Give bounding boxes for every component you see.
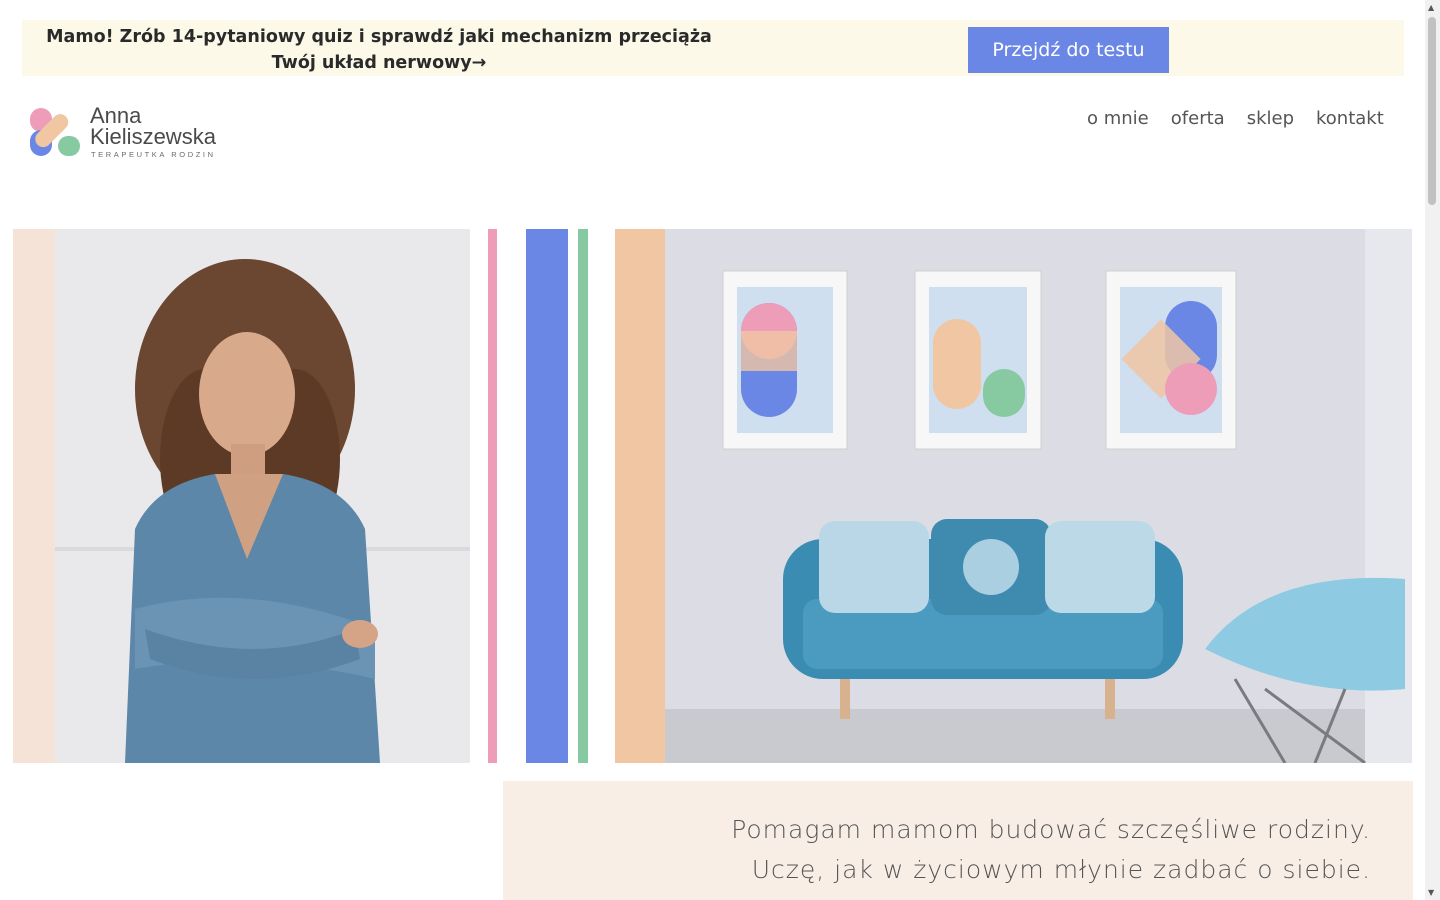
nav-item-o-mnie[interactable]: o mnie — [1076, 106, 1160, 132]
decor-bar-green — [578, 229, 588, 763]
page-scrollbar[interactable]: ▲ ▼ — [1425, 0, 1440, 900]
take-test-button[interactable]: Przejdź do testu — [968, 27, 1169, 73]
decor-bar-peach — [615, 229, 665, 763]
promo-banner: Mamo! Zrób 14-pytaniowy quiz i sprawdź j… — [22, 20, 1404, 76]
main-nav: o mnie oferta sklep kontakt — [1076, 106, 1395, 132]
nav-item-oferta[interactable]: oferta — [1160, 106, 1236, 132]
nav-item-kontakt[interactable]: kontakt — [1305, 106, 1395, 132]
hero-tagline: Pomagam mamom budować szczęśliwe rodziny… — [503, 781, 1413, 900]
decor-bar-pink — [488, 229, 497, 763]
tagline-line-1: Pomagam mamom budować szczęśliwe rodziny… — [731, 815, 1371, 844]
decor-bar-blue — [526, 229, 568, 763]
nav-item-sklep[interactable]: sklep — [1236, 106, 1305, 132]
logo-mark-icon — [30, 108, 80, 156]
site-logo[interactable]: Anna Kieliszewska TERAPEUTKA RODZIN — [28, 104, 228, 164]
scroll-up-arrow-icon[interactable]: ▲ — [1428, 3, 1434, 12]
scroll-down-arrow-icon[interactable]: ▼ — [1428, 888, 1434, 897]
promo-text: Mamo! Zrób 14-pytaniowy quiz i sprawdź j… — [46, 27, 712, 73]
tagline-line-2: Uczę, jak w życiowym młynie zadbać o sie… — [751, 855, 1371, 884]
logo-subtitle: TERAPEUTKA RODZIN — [91, 150, 216, 159]
scroll-thumb[interactable] — [1428, 17, 1436, 205]
hero-peach-strip — [13, 229, 55, 763]
portrait-photo — [55, 229, 470, 763]
room-photo — [665, 229, 1412, 763]
logo-name-last: Kieliszewska — [90, 124, 216, 149]
